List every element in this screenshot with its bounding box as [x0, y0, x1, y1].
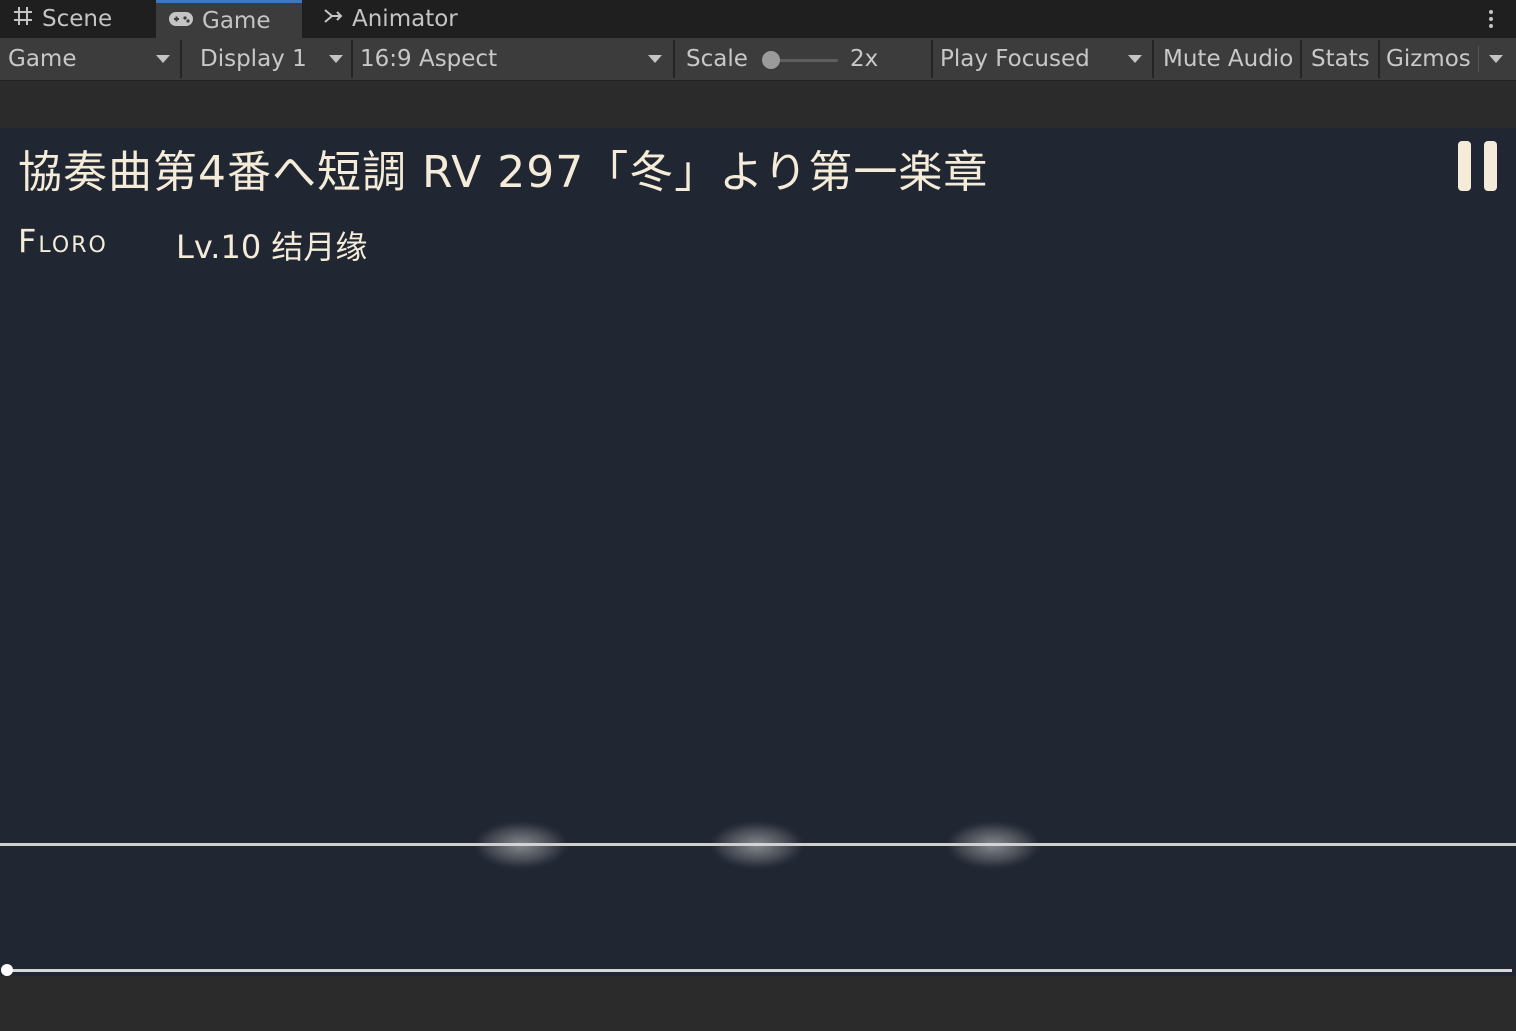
game-view-letterbox-bottom: [0, 976, 1516, 1031]
tab-scene-label: Scene: [42, 6, 113, 32]
view-type-value: Game: [8, 46, 77, 72]
more-options-icon[interactable]: [1488, 8, 1494, 30]
play-mode-dropdown[interactable]: Play Focused: [940, 38, 1150, 80]
note: [947, 822, 1039, 868]
scale-label-text: Scale: [686, 46, 748, 72]
gizmos-label: Gizmos: [1386, 46, 1471, 72]
stats-label: Stats: [1311, 46, 1370, 72]
divider: [1300, 40, 1302, 78]
note: [475, 822, 567, 868]
chevron-down-icon: [156, 55, 170, 63]
scale-label: Scale: [686, 38, 748, 80]
display-value: Display 1: [200, 46, 307, 72]
scale-slider-track[interactable]: [770, 59, 838, 62]
divider: [673, 40, 675, 78]
scale-slider-handle[interactable]: [762, 51, 780, 69]
note: [711, 822, 803, 868]
tab-game-label: Game: [202, 7, 271, 34]
divider: [1378, 40, 1380, 78]
divider: [351, 40, 353, 78]
tab-game[interactable]: Game: [156, 0, 302, 38]
pause-bar: [1458, 141, 1471, 191]
scale-value-text: 2x: [850, 46, 879, 72]
animator-branch-icon: [322, 5, 344, 33]
stats-button[interactable]: Stats: [1311, 38, 1370, 80]
scale-value: 2x: [850, 38, 878, 80]
divider: [1478, 46, 1479, 72]
mute-audio-label: Mute Audio: [1163, 46, 1294, 72]
chevron-down-icon: [329, 55, 343, 63]
game-view-toolbar: Game Display 1 16:9 Aspect Scale 2x Play…: [0, 38, 1516, 81]
chevron-down-icon: [1128, 55, 1142, 63]
song-level: Lv.10 结月缘: [176, 228, 368, 266]
divider: [1152, 40, 1154, 78]
song-title: 協奏曲第4番へ短調 RV 297「冬」より第一楽章: [18, 147, 989, 198]
song-progress-indicator: [1, 964, 13, 976]
player-name: Floro: [18, 222, 108, 260]
display-dropdown[interactable]: Display 1: [200, 38, 350, 80]
chevron-down-icon: [648, 55, 662, 63]
tab-animator[interactable]: Animator: [322, 0, 458, 38]
aspect-dropdown[interactable]: 16:9 Aspect: [360, 38, 670, 80]
aspect-value: 16:9 Aspect: [360, 46, 498, 72]
game-view-letterbox-top: [0, 81, 1516, 128]
grid-hash-icon: [12, 5, 34, 33]
song-progress-bar: [6, 969, 1512, 972]
mute-audio-button[interactable]: Mute Audio: [1163, 38, 1293, 80]
tab-animator-label: Animator: [352, 6, 458, 32]
divider: [931, 40, 933, 78]
divider: [180, 40, 182, 78]
pause-bar: [1484, 141, 1497, 191]
view-type-dropdown[interactable]: Game: [8, 38, 180, 80]
gamepad-icon: [168, 8, 194, 34]
play-mode-value: Play Focused: [940, 46, 1090, 72]
gizmos-dropdown-chevron-icon[interactable]: [1489, 55, 1503, 63]
tab-scene[interactable]: Scene: [12, 0, 112, 38]
gizmos-button[interactable]: Gizmos: [1386, 38, 1471, 80]
editor-tab-bar: Scene Game Animator: [0, 0, 1516, 38]
pause-button[interactable]: [1458, 141, 1498, 191]
